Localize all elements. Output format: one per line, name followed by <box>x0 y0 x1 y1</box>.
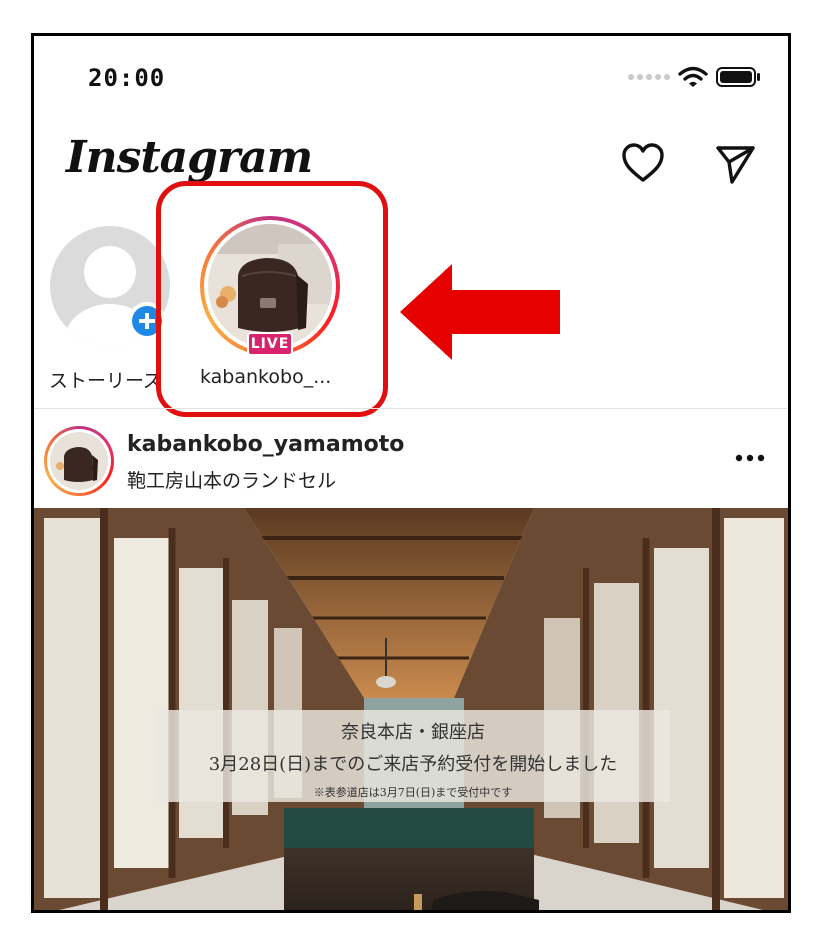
post-subtitle: 鞄工房山本のランドセル <box>127 470 337 492</box>
overlay-line-1: 奈良本店・銀座店 <box>341 722 485 743</box>
status-time: 20:00 <box>88 64 166 92</box>
highlight-box <box>156 181 388 417</box>
status-icons <box>628 66 762 88</box>
overlay-line-3: ※表参道店は3月7日(日)まで受付中です <box>313 786 513 799</box>
story-self-label: ストーリーズ <box>49 370 163 392</box>
battery-icon <box>716 67 760 87</box>
instagram-logo[interactable]: Instagram <box>66 132 313 183</box>
signal-dots-icon <box>628 74 670 80</box>
red-arrow-icon <box>400 264 560 360</box>
post-avatar-photo <box>50 432 108 490</box>
post-avatar[interactable] <box>44 426 114 496</box>
story-self-avatar[interactable] <box>50 226 170 346</box>
overlay-line-2: 3月28日(日)までのご来店予約受付を開始しました <box>208 754 618 775</box>
post-image[interactable]: 奈良本店・銀座店 3月28日(日)までのご来店予約受付を開始しました ※表参道店… <box>34 508 788 910</box>
wifi-icon <box>678 66 708 87</box>
divider <box>34 408 788 409</box>
post-caption-overlay: 奈良本店・銀座店 3月28日(日)までのご来店予約受付を開始しました ※表参道店… <box>156 710 670 802</box>
post-username[interactable]: kabankobo_yamamoto <box>127 432 404 457</box>
heart-icon[interactable] <box>620 140 666 186</box>
send-icon[interactable] <box>712 140 758 186</box>
phone-screen: 20:00 Instagram ストーリーズ LIVE kabankobo_..… <box>31 33 791 913</box>
more-icon[interactable] <box>730 444 770 472</box>
